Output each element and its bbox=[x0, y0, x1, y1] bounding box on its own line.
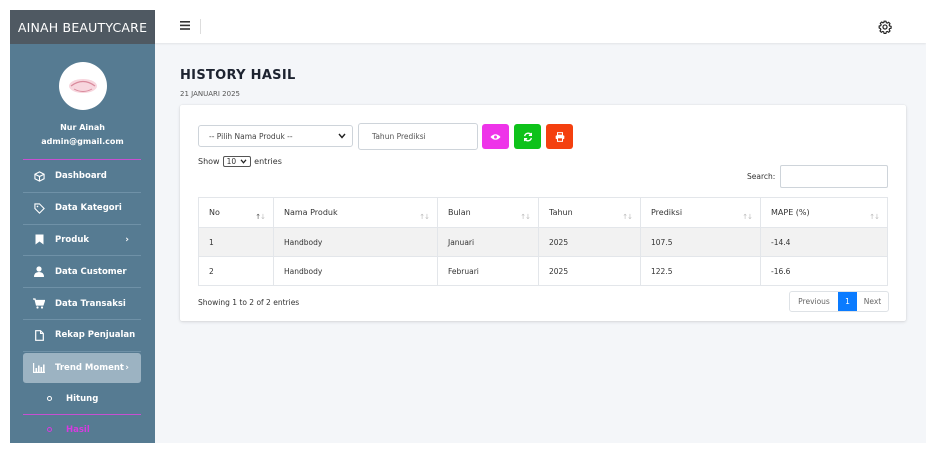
file-icon bbox=[31, 329, 47, 341]
table-cell: 2025 bbox=[538, 256, 641, 286]
table-row: 2 Handbody Februari 2025 122.5 -16.6 bbox=[198, 256, 888, 286]
sort-icon: ↑↓ bbox=[622, 213, 633, 221]
sort-icon: ↑↓ bbox=[742, 213, 753, 221]
sidebar-item-label: Dashboard bbox=[55, 171, 107, 182]
table-cell: Handbody bbox=[273, 227, 438, 257]
sidebar-divider bbox=[23, 159, 141, 160]
chevron-right-icon: › bbox=[125, 234, 129, 245]
table-cell: Januari bbox=[437, 227, 539, 257]
sort-icon: ↑↓ bbox=[520, 213, 531, 221]
circle-icon bbox=[47, 427, 52, 433]
page-date: 21 JANUARI 2025 bbox=[180, 90, 240, 98]
refresh-button[interactable] bbox=[514, 124, 541, 149]
table-info: Showing 1 to 2 of 2 entries bbox=[198, 298, 300, 307]
sidebar-item-dashboard[interactable]: Dashboard bbox=[23, 161, 141, 193]
next-page-button[interactable]: Next bbox=[857, 292, 888, 311]
pagination: Previous 1 Next bbox=[789, 291, 889, 312]
chevron-right-icon: › bbox=[125, 362, 129, 373]
avatar bbox=[58, 62, 107, 110]
sort-icon: ↑↓ bbox=[255, 213, 266, 221]
search-input[interactable] bbox=[780, 165, 888, 188]
sidebar-nav: Dashboard Data Kategori Produk › Data Cu… bbox=[23, 161, 141, 443]
app-window: AINAH BEAUTYCARE Nur Ainah admin@gmail.c… bbox=[10, 10, 926, 443]
sidebar-subitem-label: Hitung bbox=[66, 393, 99, 404]
hamburger-menu-icon[interactable] bbox=[180, 20, 190, 33]
year-input-placeholder: Tahun Prediksi bbox=[372, 132, 426, 141]
table-cell: 2 bbox=[198, 256, 274, 286]
brand-logo-icon bbox=[68, 79, 97, 93]
table-cell: -14.4 bbox=[760, 227, 888, 257]
table-header-row: No ↑↓ Nama Produk ↑↓ Bulan ↑↓ Tahun ↑↓ Predi… bbox=[198, 197, 888, 228]
cube-icon bbox=[31, 171, 47, 182]
year-input[interactable]: Tahun Prediksi bbox=[358, 123, 478, 150]
history-card: -- Pilih Nama Produk -- Tahun Prediksi S… bbox=[180, 105, 906, 321]
user-icon bbox=[31, 266, 47, 278]
sidebar-item-data-customer[interactable]: Data Customer bbox=[23, 256, 141, 289]
sidebar-subitem-hitung[interactable]: Hitung bbox=[23, 384, 141, 415]
length-select[interactable]: 10 bbox=[222, 156, 252, 167]
table-cell: Handbody bbox=[273, 256, 438, 286]
table-row: 1 Handbody Januari 2025 107.5 -14.4 bbox=[198, 227, 888, 257]
column-header[interactable]: Prediksi ↑↓ bbox=[640, 197, 761, 228]
show-label: Show bbox=[198, 157, 220, 166]
print-button[interactable] bbox=[546, 124, 573, 149]
refresh-icon bbox=[523, 132, 532, 141]
column-header[interactable]: Nama Produk ↑↓ bbox=[273, 197, 438, 228]
sidebar-item-label: Trend Moment bbox=[55, 362, 124, 373]
sidebar-item-label: Data Transaksi bbox=[55, 298, 126, 309]
column-header[interactable]: MAPE (%) ↑↓ bbox=[760, 197, 888, 228]
page-1-button[interactable]: 1 bbox=[838, 292, 857, 311]
table-cell: 2025 bbox=[538, 227, 641, 257]
bar-chart-icon bbox=[31, 362, 47, 373]
user-name: Nur Ainah bbox=[60, 123, 105, 132]
column-header[interactable]: No ↑↓ bbox=[198, 197, 274, 228]
bookmark-icon bbox=[31, 234, 47, 245]
table-cell: 122.5 bbox=[640, 256, 761, 286]
page-title: HISTORY HASIL bbox=[180, 68, 296, 83]
topbar bbox=[155, 10, 926, 43]
eye-icon bbox=[490, 133, 501, 140]
sidebar-item-label: Data Kategori bbox=[55, 203, 122, 214]
sidebar-subitem-label: Hasil bbox=[66, 424, 90, 435]
sidebar-item-label: Rekap Penjualan bbox=[55, 330, 136, 341]
table-cell: 107.5 bbox=[640, 227, 761, 257]
tag-icon bbox=[31, 203, 47, 214]
product-select-value: -- Pilih Nama Produk -- bbox=[209, 131, 293, 141]
sidebar-item-trend-moment[interactable]: Trend Moment › bbox=[23, 352, 141, 383]
sidebar-item-data-transaksi[interactable]: Data Transaksi bbox=[23, 288, 141, 320]
column-header[interactable]: Bulan ↑↓ bbox=[437, 197, 539, 228]
sidebar-item-produk[interactable]: Produk › bbox=[23, 225, 141, 257]
entries-label: entries bbox=[254, 157, 282, 166]
print-icon bbox=[555, 131, 564, 142]
sidebar-item-label: Produk bbox=[55, 234, 90, 245]
chevron-down-icon bbox=[240, 159, 247, 164]
search-label: Search: bbox=[747, 172, 776, 181]
brand-title[interactable]: AINAH BEAUTYCARE bbox=[10, 10, 155, 44]
previous-page-button[interactable]: Previous bbox=[790, 292, 838, 311]
topbar-divider bbox=[200, 19, 201, 34]
table-cell: -16.6 bbox=[760, 256, 888, 286]
circle-icon bbox=[47, 396, 52, 402]
cart-icon bbox=[31, 298, 47, 309]
table-cell: Februari bbox=[437, 256, 539, 286]
length-control: Show 10 entries bbox=[198, 156, 282, 167]
table-cell: 1 bbox=[198, 227, 274, 257]
sidebar-item-rekap-penjualan[interactable]: Rekap Penjualan bbox=[23, 320, 141, 352]
product-select[interactable]: -- Pilih Nama Produk -- bbox=[198, 125, 353, 147]
gear-icon[interactable] bbox=[878, 19, 892, 38]
user-panel: Nur Ainah admin@gmail.com bbox=[10, 44, 155, 146]
sort-icon: ↑↓ bbox=[419, 213, 430, 221]
sort-icon: ↑↓ bbox=[869, 213, 880, 221]
chevron-down-icon bbox=[338, 132, 346, 141]
sidebar-item-label: Data Customer bbox=[55, 266, 127, 277]
sidebar: AINAH BEAUTYCARE Nur Ainah admin@gmail.c… bbox=[10, 10, 155, 443]
view-button[interactable] bbox=[482, 124, 509, 149]
history-table: No ↑↓ Nama Produk ↑↓ Bulan ↑↓ Tahun ↑↓ Predi… bbox=[198, 197, 888, 286]
sidebar-item-data-kategori[interactable]: Data Kategori bbox=[23, 193, 141, 225]
column-header[interactable]: Tahun ↑↓ bbox=[538, 197, 641, 228]
sidebar-subitem-hasil[interactable]: Hasil bbox=[23, 415, 141, 443]
user-email: admin@gmail.com bbox=[41, 137, 124, 146]
length-select-value: 10 bbox=[226, 157, 237, 166]
